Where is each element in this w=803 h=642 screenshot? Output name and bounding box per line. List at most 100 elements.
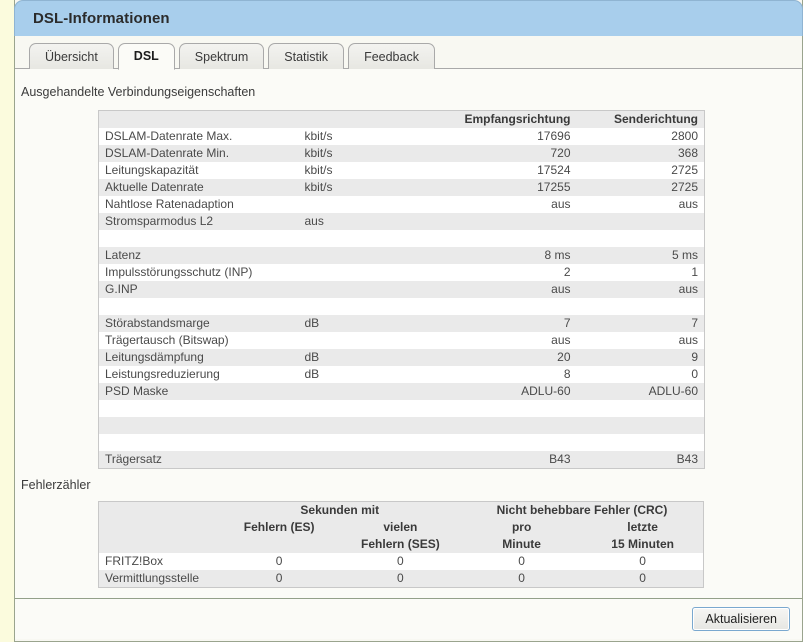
- tab-label: Übersicht: [45, 49, 98, 64]
- table-row: Stromsparmodus L2 aus: [98, 213, 705, 230]
- error-table-row: Vermittlungsstelle 0 0 0 0: [98, 570, 704, 588]
- row-unit: [298, 400, 449, 417]
- section-title-errors: Fehlerzähler: [21, 478, 91, 492]
- table-row: Latenz 8 ms 5 ms: [98, 247, 705, 264]
- row-unit: [298, 383, 449, 400]
- table-row: [98, 230, 705, 247]
- tab-dsl[interactable]: DSL: [117, 43, 175, 70]
- row-upstream-value: 7: [576, 315, 705, 332]
- error-sub-header-cell: Fehlern (SES): [339, 536, 461, 553]
- tab--bersicht[interactable]: Übersicht: [29, 43, 114, 69]
- row-unit: aus: [298, 213, 449, 230]
- window-panel: DSL-Informationen Übersicht DSL Spektrum St…: [14, 0, 803, 642]
- row-label: Leitungsdämpfung: [98, 349, 299, 366]
- row-unit: [298, 451, 449, 469]
- table-row: Leitungsdämpfung dB 20 9: [98, 349, 705, 366]
- row-unit: [298, 434, 449, 451]
- row-label: Latenz: [98, 247, 299, 264]
- error-sub-header-cell: 15 Minuten: [582, 536, 704, 553]
- row-label: DSLAM-Datenrate Min.: [98, 145, 299, 162]
- row-upstream-value: 2800: [576, 128, 705, 145]
- tab-feedback[interactable]: Feedback: [348, 43, 435, 69]
- row-label: Trägertausch (Bitswap): [98, 332, 299, 349]
- error-counter-table: Sekunden mit Nicht behebbare Fehler (CRC)…: [98, 501, 704, 588]
- row-downstream-value: 8 ms: [448, 247, 577, 264]
- row-upstream-value: aus: [576, 332, 705, 349]
- table-row: [98, 400, 705, 417]
- row-unit: [298, 298, 449, 315]
- row-downstream-value: B43: [448, 451, 577, 469]
- row-downstream-value: ADLU-60: [448, 383, 577, 400]
- header-cell-upstream: Senderichtung: [576, 110, 705, 128]
- header-cell-name: [98, 110, 299, 128]
- row-downstream-value: [448, 213, 577, 230]
- row-upstream-value: 2725: [576, 162, 705, 179]
- row-label: [98, 400, 299, 417]
- table-row: PSD Maske ADLU-60 ADLU-60: [98, 383, 705, 400]
- row-downstream-value: 17696: [448, 128, 577, 145]
- tab-bar: Übersicht DSL Spektrum Statistik Feedback: [15, 36, 802, 70]
- header-cell-downstream: Empfangsrichtung: [448, 110, 577, 128]
- row-label: Nahtlose Ratenadaption: [98, 196, 299, 213]
- tab-label: Feedback: [364, 49, 419, 64]
- row-label: [98, 230, 299, 247]
- error-row-label: FRITZ!Box: [98, 553, 219, 570]
- error-group-header-seconds: Sekunden mit: [218, 501, 461, 519]
- row-downstream-value: 7: [448, 315, 577, 332]
- row-downstream-value: 8: [448, 366, 577, 383]
- table-row: Impulsstörungsschutz (INP) 2 1: [98, 264, 705, 281]
- error-sub-header-cell: Fehlern (ES): [218, 519, 340, 536]
- row-downstream-value: 2: [448, 264, 577, 281]
- row-upstream-value: 9: [576, 349, 705, 366]
- row-downstream-value: aus: [448, 332, 577, 349]
- row-unit: [298, 196, 449, 213]
- tab-list: Übersicht DSL Spektrum Statistik Feedback: [29, 43, 435, 70]
- page-title: DSL-Informationen: [33, 10, 170, 27]
- row-upstream-value: [576, 400, 705, 417]
- error-sub-header-cell: [218, 536, 340, 553]
- tab-spektrum[interactable]: Spektrum: [178, 43, 265, 69]
- row-unit: kbit/s: [298, 179, 449, 196]
- row-downstream-value: aus: [448, 281, 577, 298]
- table-row: [98, 434, 705, 451]
- row-label: Störabstandsmarge: [98, 315, 299, 332]
- row-upstream-value: [576, 213, 705, 230]
- footer-divider: [15, 598, 802, 599]
- row-unit: kbit/s: [298, 128, 449, 145]
- error-group-header-blank: [98, 501, 219, 519]
- error-sub-header-row: Fehlern (SES) Minute 15 Minuten: [98, 536, 704, 553]
- row-upstream-value: 1: [576, 264, 705, 281]
- row-downstream-value: [448, 298, 577, 315]
- row-upstream-value: aus: [576, 196, 705, 213]
- tab-content-dsl: Ausgehandelte Verbindungseigenschaften E…: [15, 69, 802, 639]
- row-upstream-value: [576, 434, 705, 451]
- row-unit: [298, 230, 449, 247]
- table-row: DSLAM-Datenrate Max. kbit/s 17696 2800: [98, 128, 705, 145]
- row-upstream-value: [576, 230, 705, 247]
- row-unit: dB: [298, 349, 449, 366]
- row-downstream-value: 17255: [448, 179, 577, 196]
- row-upstream-value: ADLU-60: [576, 383, 705, 400]
- row-label: [98, 417, 299, 434]
- table-row: [98, 298, 705, 315]
- row-upstream-value: [576, 417, 705, 434]
- row-label: DSLAM-Datenrate Max.: [98, 128, 299, 145]
- row-upstream-value: 2725: [576, 179, 705, 196]
- row-unit: [298, 281, 449, 298]
- row-downstream-value: [448, 230, 577, 247]
- row-label: Impulsstörungsschutz (INP): [98, 264, 299, 281]
- table-row: Trägersatz B43 B43: [98, 451, 705, 469]
- error-row-crc-last-15min: 0: [582, 553, 704, 570]
- error-row-ses: 0: [339, 553, 461, 570]
- row-label: [98, 434, 299, 451]
- error-group-header-row: Sekunden mit Nicht behebbare Fehler (CRC): [98, 501, 704, 519]
- row-label: Stromsparmodus L2: [98, 213, 299, 230]
- dsl-info-window: DSL-Informationen Übersicht DSL Spektrum St…: [0, 0, 803, 642]
- table-row: Störabstandsmarge dB 7 7: [98, 315, 705, 332]
- row-downstream-value: [448, 434, 577, 451]
- row-downstream-value: [448, 400, 577, 417]
- row-unit: [298, 417, 449, 434]
- tab-statistik[interactable]: Statistik: [268, 43, 345, 69]
- refresh-button[interactable]: Aktualisieren: [692, 607, 790, 631]
- row-downstream-value: 17524: [448, 162, 577, 179]
